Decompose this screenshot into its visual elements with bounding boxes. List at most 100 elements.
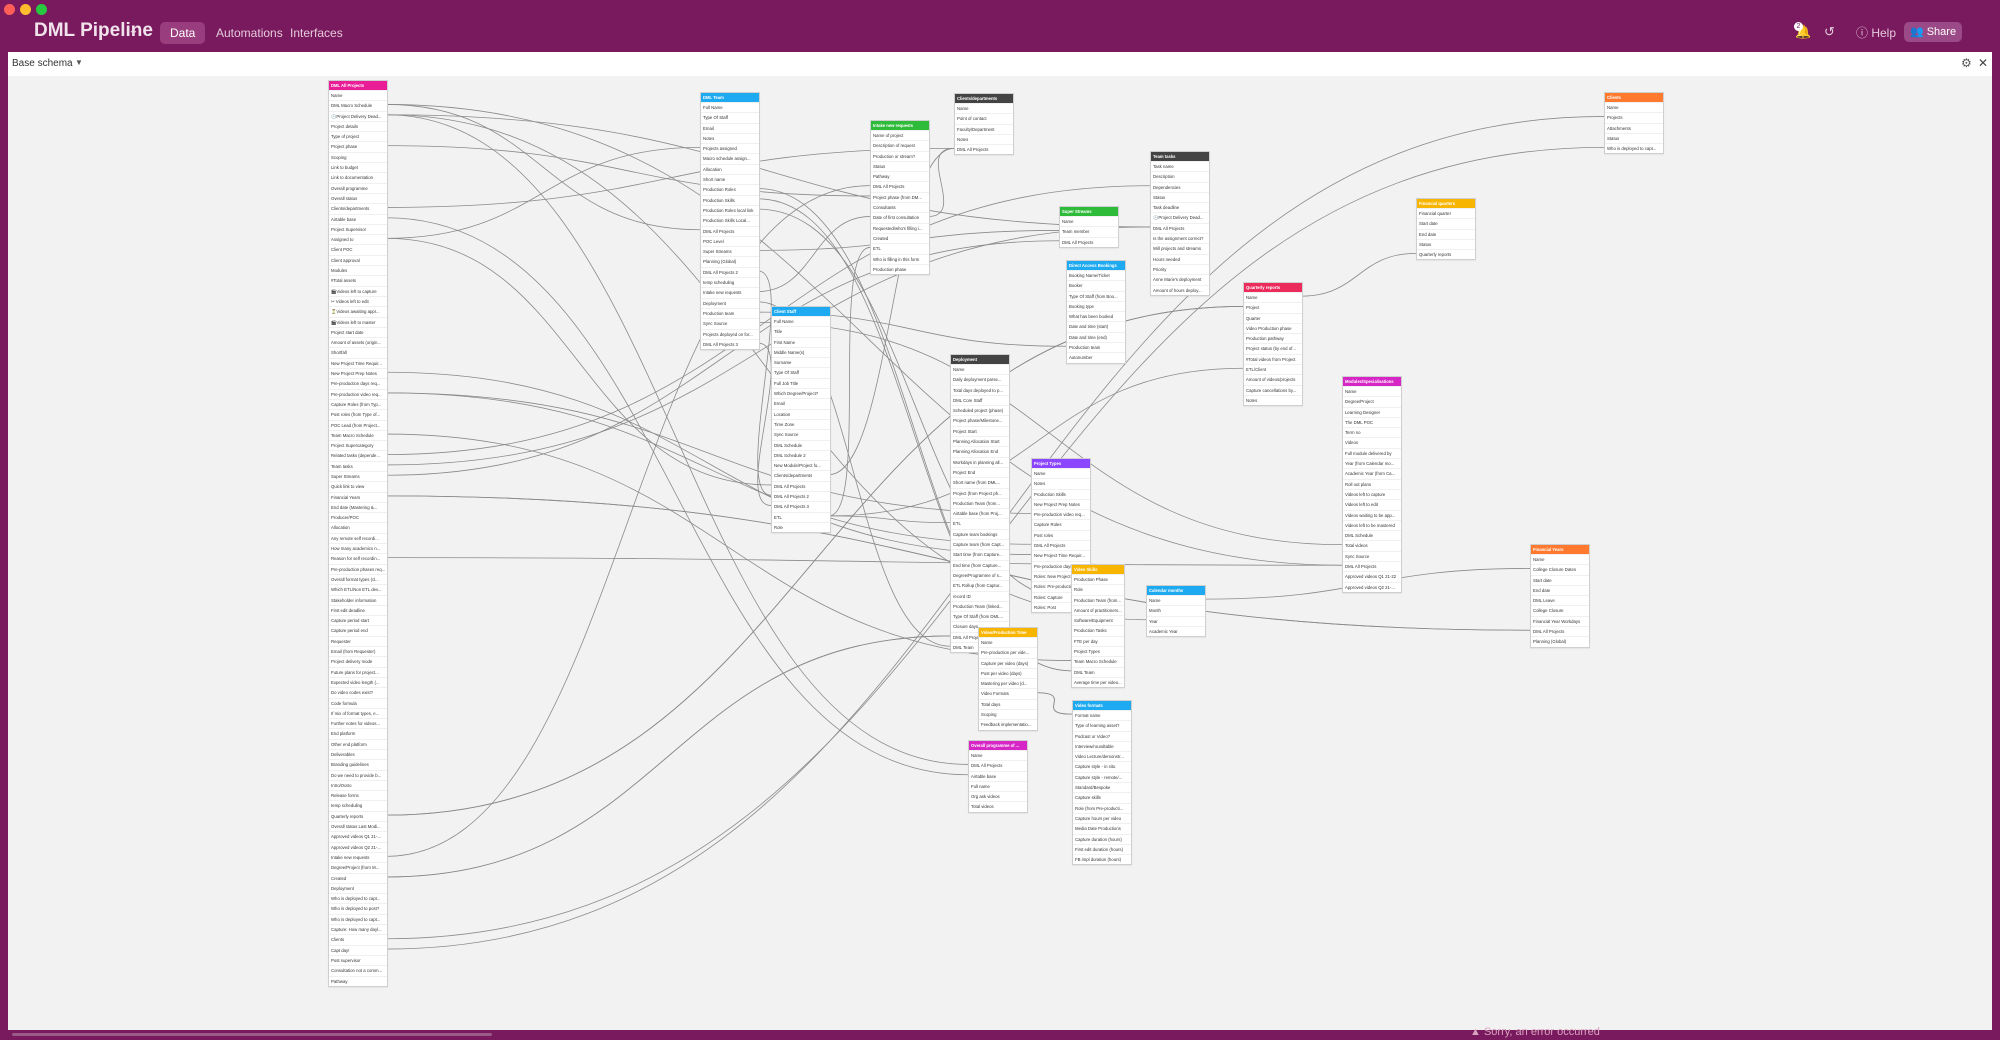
table-field[interactable]: Notes [955, 133, 1013, 144]
table-field[interactable]: Deliverables [329, 749, 387, 759]
table-field[interactable]: Do we need to provide b... [329, 769, 387, 780]
table-field[interactable]: Videos waiting to be app... [1343, 509, 1401, 520]
table-field[interactable]: Production phase [871, 263, 929, 274]
schema-table[interactable]: Client Staff Full Name Title First Name Midd… [771, 306, 831, 534]
table-field[interactable]: DML Team [1072, 666, 1124, 677]
table-title[interactable]: DML All Projects [329, 81, 387, 90]
history-icon[interactable]: ↺ [1824, 24, 1835, 40]
table-field[interactable]: Average time per video... [1072, 676, 1124, 687]
table-field[interactable]: Format name [1073, 710, 1131, 720]
table-field[interactable]: Airtable base (from Proj... [951, 508, 1009, 518]
table-field[interactable]: Type of learning asset? [1073, 720, 1131, 730]
table-field[interactable]: Date and time (end) [1067, 331, 1125, 342]
table-field[interactable]: Capture period end [329, 625, 387, 635]
table-field[interactable]: New Project Prep Notes [329, 368, 387, 378]
table-field[interactable]: Degree/Project (from M... [329, 862, 387, 872]
table-field[interactable]: Airtable base [969, 770, 1027, 781]
table-field[interactable]: Related tasks (depende... [329, 450, 387, 460]
table-field[interactable]: Status [1417, 238, 1475, 249]
table-field[interactable]: Consultants [871, 202, 929, 212]
table-field[interactable]: DML All Projects 3 [772, 501, 830, 511]
table-field[interactable]: Type Of Staff (from Boo... [1067, 290, 1125, 301]
table-field[interactable]: Release forms [329, 790, 387, 800]
table-field[interactable]: Overall status [329, 192, 387, 203]
help-button[interactable]: ⓘ Help [1856, 24, 1896, 41]
table-field[interactable]: Capture hours per video [1073, 812, 1131, 823]
table-field[interactable]: Requested/who's filling i... [871, 222, 929, 233]
table-field[interactable]: Name [955, 103, 1013, 113]
table-field[interactable]: Videos left to capture [1343, 488, 1401, 499]
table-field[interactable]: Scoping [329, 151, 387, 162]
table-field[interactable]: Task deadline [1151, 202, 1209, 212]
table-field[interactable]: Name [1060, 216, 1118, 226]
table-field[interactable]: Project Start [951, 425, 1009, 436]
table-field[interactable]: Production Roles local link [701, 204, 759, 215]
schema-table[interactable]: Video/Production Time Name Pre-production … [978, 627, 1038, 731]
table-field[interactable]: Will projects and streams [1151, 243, 1209, 253]
table-field[interactable]: Who is deployed to post? [329, 903, 387, 913]
schema-table[interactable]: DML All Projects Name DML Macro Schedule 🕓P… [328, 80, 388, 987]
table-field[interactable]: Anne Marie's deployment [1151, 274, 1209, 284]
table-field[interactable]: Planning Allocation End [951, 446, 1009, 456]
table-field[interactable]: DML All Projects [772, 480, 830, 491]
table-field[interactable]: Is the assignment correct? [1151, 233, 1209, 243]
table-field[interactable]: DML All Projects 2 [772, 491, 830, 501]
table-field[interactable]: Description of request [871, 140, 929, 150]
table-field[interactable]: Total days deployed to p... [951, 384, 1009, 395]
table-field[interactable]: Production Team (linked... [951, 600, 1009, 611]
table-field[interactable]: Assigned to [329, 234, 387, 244]
table-field[interactable]: Airtable base [329, 213, 387, 224]
table-field[interactable]: Project Supervisor [329, 223, 387, 234]
table-field[interactable]: Clients/departments [329, 203, 387, 213]
table-field[interactable]: Consultation not a comm... [329, 965, 387, 975]
share-button[interactable]: 👥 Share [1904, 22, 1962, 42]
table-field[interactable]: Link to budget [329, 162, 387, 172]
table-field[interactable]: Type Of Staff [772, 367, 830, 377]
table-field[interactable]: Pre-production phases req... [329, 563, 387, 574]
table-field[interactable]: Team Macro Schedule [329, 429, 387, 440]
table-field[interactable]: Full Name [772, 316, 830, 326]
table-field[interactable]: Role [1072, 584, 1124, 594]
table-field[interactable]: Point of contact [955, 113, 1013, 123]
table-field[interactable]: Planning (Global) [701, 256, 759, 266]
table-field[interactable]: Capture team bookings [951, 528, 1009, 539]
table-field[interactable]: Production Tasks [1072, 625, 1124, 635]
table-field[interactable]: Deployment [329, 882, 387, 893]
table-field[interactable]: Roll out plans [1343, 478, 1401, 489]
table-field[interactable]: Total videos [969, 801, 1027, 811]
table-field[interactable]: Date of first consultation [871, 212, 929, 222]
table-field[interactable]: Status [1605, 132, 1663, 143]
table-field[interactable]: Scoping [979, 709, 1037, 719]
table-field[interactable]: Notes [1244, 394, 1302, 405]
schema-table[interactable]: Calendar months Name Month Year Academic Yea… [1146, 585, 1206, 638]
table-title[interactable]: Team tasks [1151, 152, 1209, 161]
table-field[interactable]: Booker [1067, 280, 1125, 290]
table-field[interactable]: 🎬Videos left to capture [329, 285, 387, 296]
table-field[interactable]: Start date [1417, 218, 1475, 228]
table-field[interactable]: Quarterly reports [329, 810, 387, 821]
table-field[interactable]: Any remote self recordi... [329, 532, 387, 543]
table-title[interactable]: Direct Access Bookings [1067, 261, 1125, 270]
table-field[interactable]: Requester [329, 635, 387, 646]
table-field[interactable]: ⏳Videos awaiting appr... [329, 306, 387, 316]
table-field[interactable]: Super Streams [329, 470, 387, 481]
table-field[interactable]: Booking type [1067, 300, 1125, 311]
table-field[interactable]: Surname [772, 357, 830, 367]
table-field[interactable]: Financial Year Workdays [1531, 615, 1589, 626]
table-field[interactable]: Further notes for videos... [329, 718, 387, 728]
table-title[interactable]: Modules/Specialisations [1343, 377, 1401, 386]
table-field[interactable]: Quarterly reports [1417, 249, 1475, 259]
table-field[interactable]: Intake new requests [701, 287, 759, 297]
table-field[interactable]: DML All Projects [1151, 222, 1209, 233]
table-field[interactable]: Full Job Title [772, 377, 830, 388]
table-field[interactable]: Capture: How many dayl... [329, 924, 387, 934]
table-field[interactable]: Pre-production days req... [329, 378, 387, 388]
table-field[interactable]: DML Schedule [772, 439, 830, 450]
table-field[interactable]: Production team [1067, 342, 1125, 352]
table-field[interactable]: Mastering per video (d... [979, 678, 1037, 688]
schema-table[interactable]: Clients Name Projects Attachments Status Who … [1604, 92, 1664, 155]
table-field[interactable]: Do video codes exist? [329, 687, 387, 697]
table-field[interactable]: End date (Mastering &... [329, 501, 387, 512]
table-field[interactable]: Hours needed [1151, 253, 1209, 264]
schema-table[interactable]: Direct Access Bookings Booking Name/Ticke… [1066, 260, 1126, 364]
